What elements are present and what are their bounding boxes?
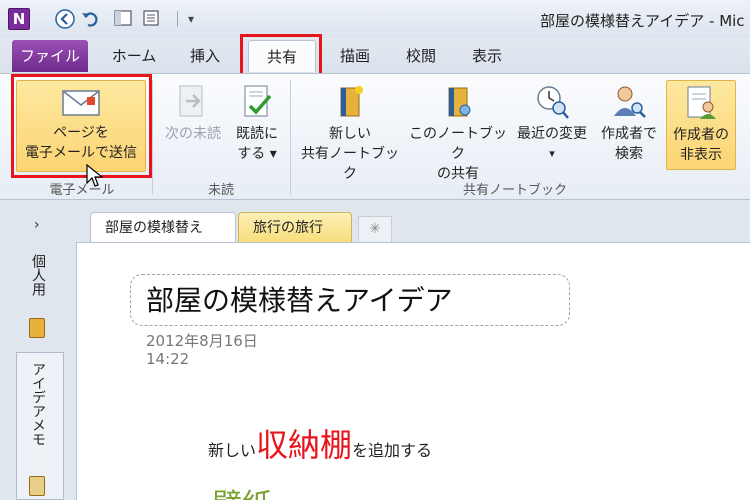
find-by-author-label-1: 作成者で <box>601 126 657 142</box>
note-text[interactable]: 新しい収納棚を追加する <box>208 420 432 466</box>
group-separator <box>152 80 153 195</box>
hide-authors-label-2: 非表示 <box>680 147 722 163</box>
new-section-tab[interactable]: ✳ <box>358 216 392 242</box>
dock-window-icon[interactable] <box>112 8 134 30</box>
next-unread-label: 次の未読 <box>165 126 221 142</box>
clock-magnifier-icon <box>537 86 569 119</box>
recent-changes-label-1: 最近の変更 <box>517 126 587 142</box>
undo-icon[interactable] <box>80 8 102 30</box>
new-shared-notebook-label-2: 共有ノートブック <box>301 146 399 182</box>
share-this-notebook-button[interactable]: このノートブック の共有 <box>406 84 510 184</box>
new-shared-notebook-button[interactable]: 新しい 共有ノートブック <box>296 84 404 184</box>
tab-insert[interactable]: 挿入 <box>180 40 230 72</box>
email-button-highlight-box <box>11 74 152 178</box>
recent-changes-dropdown-arrow: ▾ <box>549 147 555 160</box>
group-separator <box>290 80 291 195</box>
qat-separator <box>177 11 178 27</box>
hide-authors-button[interactable]: 作成者の 非表示 <box>666 80 736 170</box>
find-by-author-button[interactable]: 作成者で 検索 <box>594 84 664 164</box>
notebook-ideas[interactable]: アイデアメモ <box>28 362 48 446</box>
section-tab-room-remodel[interactable]: 部屋の模様替え <box>90 212 236 244</box>
share-notebook-icon <box>448 87 471 117</box>
page-date: 2012年8月16日 <box>146 332 258 350</box>
full-page-view-icon[interactable] <box>140 8 162 30</box>
mark-as-read-button[interactable]: 既読に する ▾ <box>228 84 286 164</box>
tab-view[interactable]: 表示 <box>462 40 512 72</box>
hide-authors-label-1: 作成者の <box>673 127 729 143</box>
page-title[interactable]: 部屋の模様替えアイデア <box>146 279 453 319</box>
notebook-personal[interactable]: 個人用 <box>28 254 48 296</box>
tab-file[interactable]: ファイル <box>12 40 88 72</box>
mark-as-read-label-1: 既読に <box>236 126 278 142</box>
recent-changes-button[interactable]: 最近の変更 ▾ <box>510 84 594 164</box>
tab-review[interactable]: 校閲 <box>396 40 446 72</box>
group-label-email: 電子メール <box>49 183 115 198</box>
window-title: 部屋の模様替えアイデア - Mic <box>540 12 745 30</box>
page-time: 14:22 <box>146 350 190 368</box>
note-emphasis: 収納棚 <box>256 426 353 464</box>
checkmark-page-icon <box>244 85 272 117</box>
tab-home[interactable]: ホーム <box>104 40 164 72</box>
find-by-author-label-2: 検索 <box>615 146 643 162</box>
onenote-app-icon[interactable]: N <box>8 8 30 30</box>
back-arrow-icon[interactable] <box>54 8 76 30</box>
open-notebook-icon <box>29 476 45 496</box>
tab-draw[interactable]: 描画 <box>330 40 380 72</box>
share-this-notebook-label-1: このノートブック <box>409 126 507 162</box>
group-label-unread: 未読 <box>207 183 234 198</box>
next-unread-button[interactable]: 次の未読 <box>158 84 228 144</box>
group-label-shared-notebook: 共有ノートブック <box>462 183 567 198</box>
expand-navigation-chevron[interactable]: › <box>34 217 40 233</box>
mark-as-read-label-2: する ▾ <box>237 146 277 162</box>
hide-authors-icon <box>687 86 716 119</box>
notebook-icon <box>29 318 45 338</box>
note-prefix: 新しい <box>208 441 257 460</box>
new-shared-notebook-label-1: 新しい <box>329 126 371 142</box>
person-search-icon <box>614 86 646 118</box>
new-notebook-icon <box>340 86 363 117</box>
section-tab-travel[interactable]: 旅行の旅行 <box>238 212 352 244</box>
note-heading-wallpaper[interactable]: 壁紙 <box>212 480 272 500</box>
customize-qat-dropdown[interactable]: ▾ <box>180 8 202 30</box>
note-suffix: を追加する <box>352 441 433 460</box>
next-unread-icon <box>179 85 203 117</box>
